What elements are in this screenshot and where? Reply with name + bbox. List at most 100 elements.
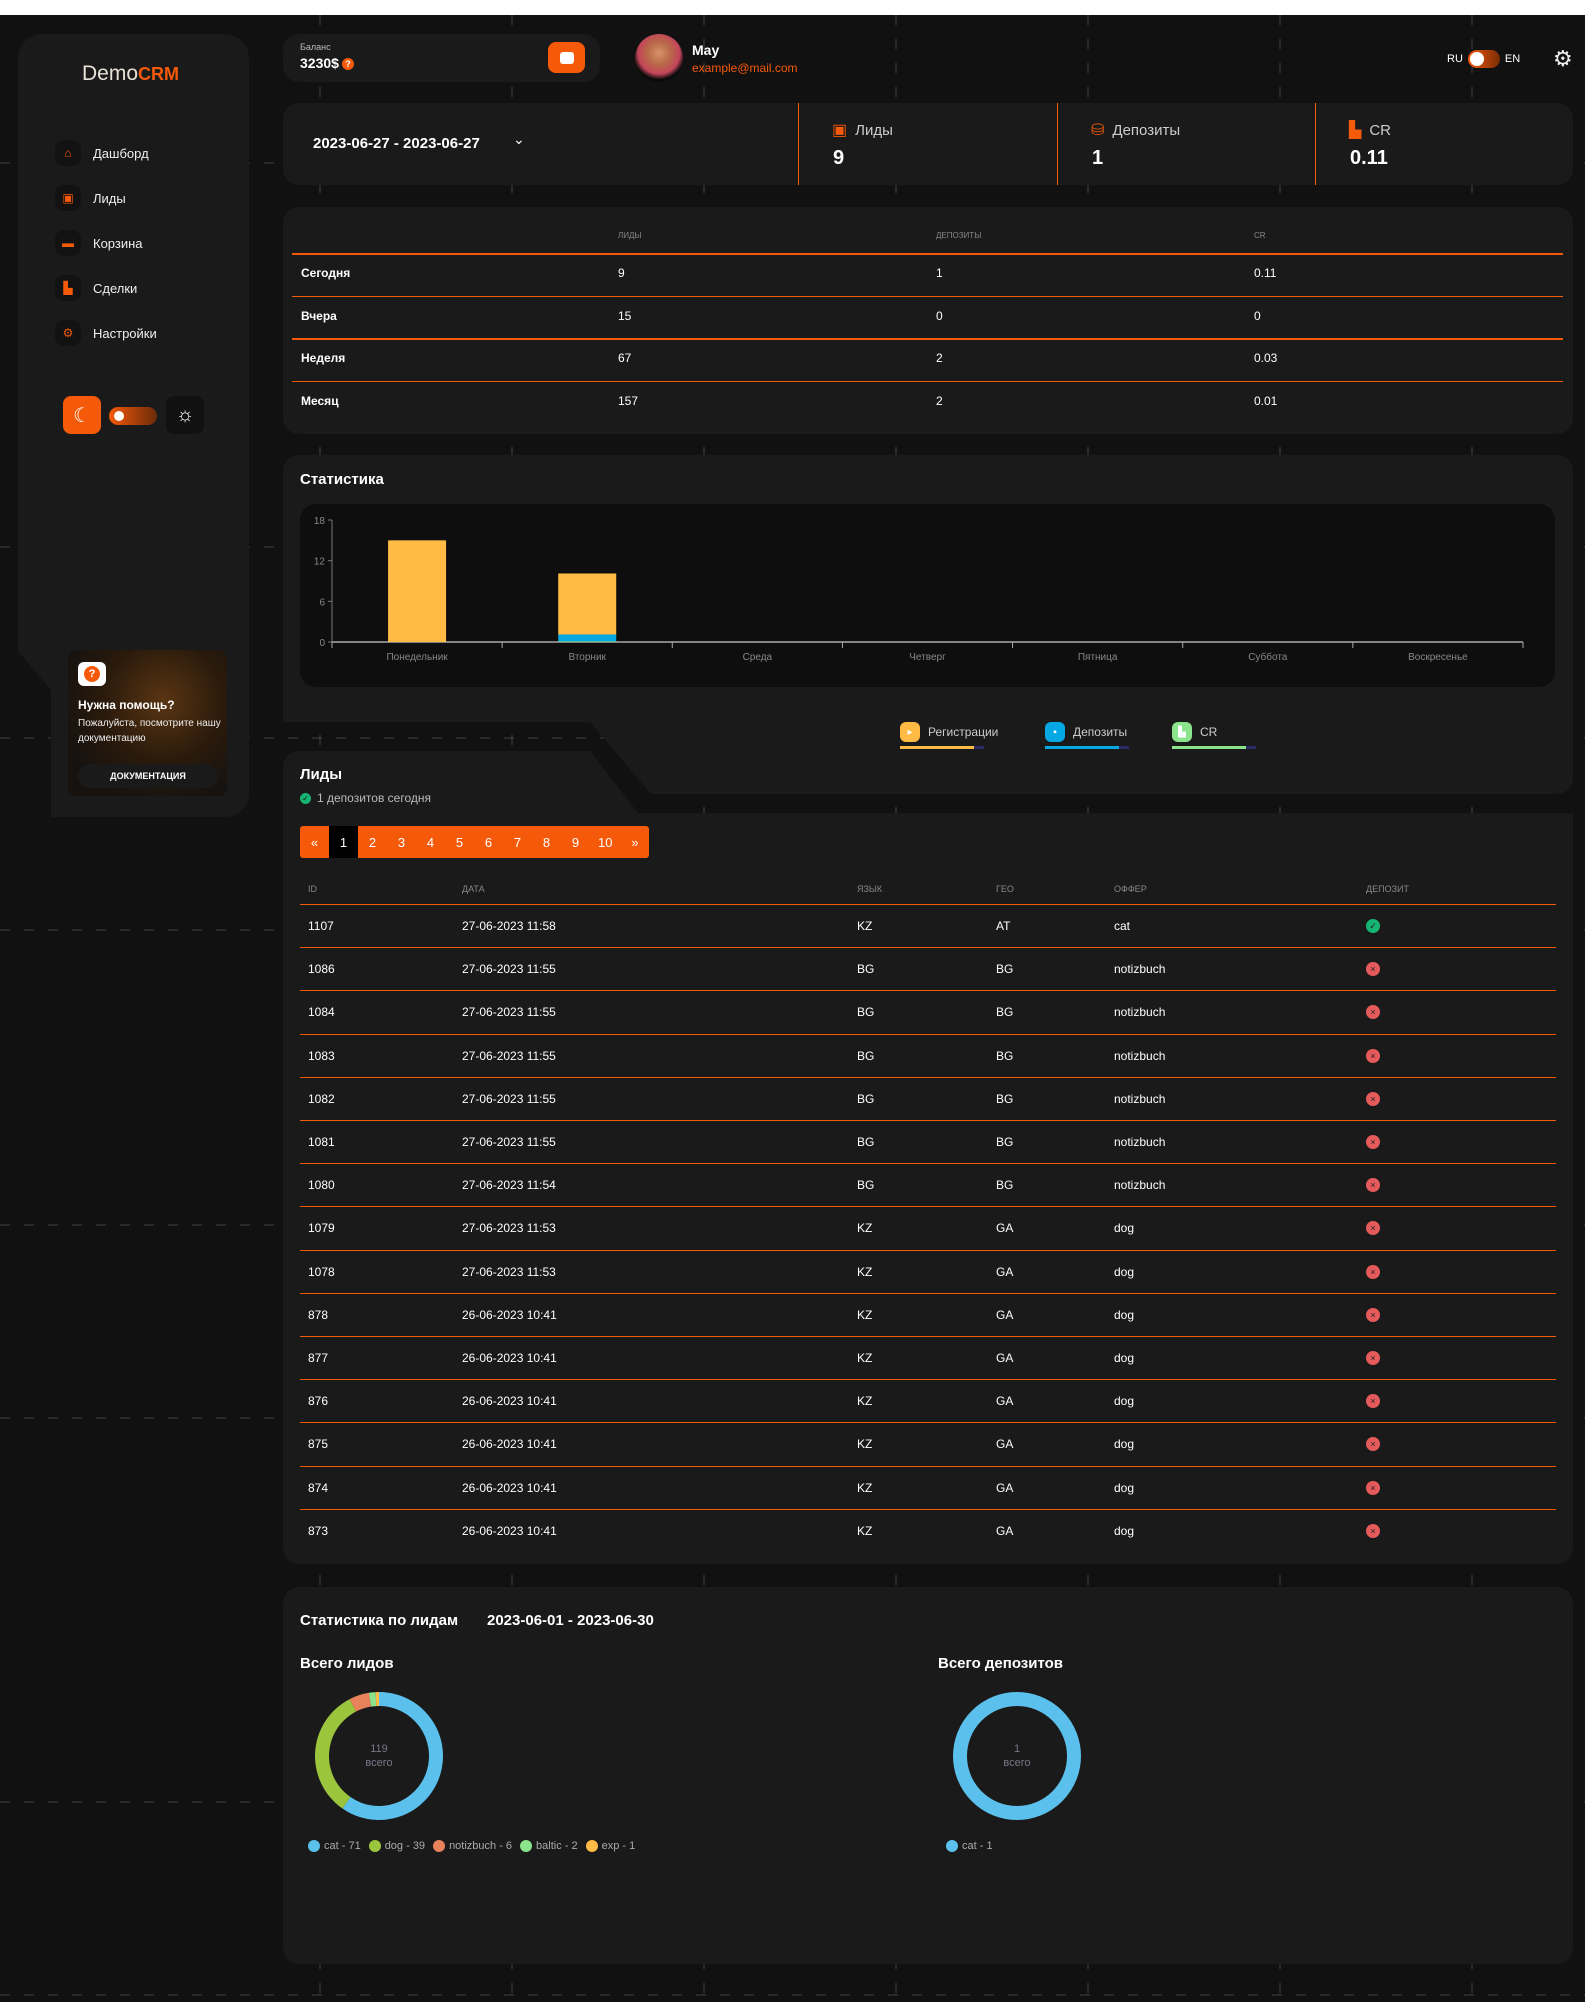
settings-gear-icon[interactable]: ⚙	[1553, 46, 1573, 72]
language-toggle[interactable]	[1467, 50, 1500, 68]
balance-label: Баланс	[300, 42, 331, 52]
page-button[interactable]: 1	[329, 826, 358, 858]
table-cell: 15	[618, 308, 632, 323]
page-button[interactable]: 3	[387, 826, 416, 858]
lead-stats-panel: Статистика по лидам 2023-06-01 - 2023-06…	[283, 1587, 1573, 1964]
x-tick-label: Четверг	[909, 652, 946, 663]
logo-text: Demo	[82, 62, 139, 85]
legend-item[interactable]: cat - 1	[946, 1840, 993, 1852]
table-cell: 27-06-2023 11:55	[462, 1135, 556, 1149]
table-cell: dog	[1114, 1480, 1135, 1495]
table-row[interactable]: 1083 27-06-2023 11:55 BG BG notizbuch ×	[300, 1033, 1556, 1077]
label: Депозиты	[1112, 121, 1181, 139]
legend-item[interactable]: dog - 39	[368, 1840, 425, 1852]
sidebar-item-2[interactable]: ▬ Корзина	[55, 228, 143, 258]
table-cell: BG	[996, 962, 1014, 977]
donut-legend: cat - 71 dog - 39 notizbuch - 6 baltic - 2 e…	[308, 1840, 635, 1852]
balance-value: 3230$?	[300, 55, 354, 71]
column-header: ДАТА	[462, 884, 485, 894]
table-cell: dog	[1114, 1264, 1135, 1279]
table-cell: 26-06-2023 10:41	[462, 1480, 557, 1495]
check-circle-icon: ✓	[1366, 919, 1380, 933]
table-row[interactable]: 1084 27-06-2023 11:55 BG BG notizbuch ×	[300, 990, 1556, 1033]
bar-Регистрации[interactable]	[558, 573, 617, 635]
table-row[interactable]: 1081 27-06-2023 11:55 BG BG notizbuch ×	[300, 1120, 1556, 1163]
documentation-button[interactable]: ДОКУМЕНТАЦИЯ	[78, 764, 218, 788]
table-cell: BG	[996, 1135, 1014, 1149]
table-row[interactable]: 875 26-06-2023 10:41 KZ GA dog ×	[300, 1422, 1556, 1465]
table-cell: KZ	[857, 1307, 873, 1322]
sidebar-item-0[interactable]: ⌂ Дашборд	[55, 138, 149, 168]
table-row[interactable]: 878 26-06-2023 10:41 KZ GA dog ×	[300, 1292, 1556, 1336]
sidebar-item-1[interactable]: ▣ Лиды	[55, 183, 126, 213]
lang-ru[interactable]: RU	[1447, 53, 1463, 65]
table-cell: GA	[996, 1221, 1014, 1236]
sidebar-item-3[interactable]: ▙ Сделки	[55, 273, 137, 303]
row-divider	[292, 380, 1563, 382]
legend-item[interactable]: baltic - 2	[520, 1840, 578, 1852]
table-row[interactable]: 1080 27-06-2023 11:54 BG BG notizbuch ×	[300, 1163, 1556, 1206]
x-circle-icon: ×	[1366, 1221, 1380, 1236]
page-button[interactable]: 7	[503, 826, 532, 858]
page-button[interactable]: 2	[358, 826, 387, 858]
page-button[interactable]: 6	[474, 826, 503, 858]
help-question-icon[interactable]: ?	[341, 58, 354, 71]
dark-theme-button[interactable]: ☾	[63, 396, 101, 434]
chevron-down-icon[interactable]: ⌄	[513, 131, 525, 148]
x-tick-label: Суббота	[1248, 651, 1288, 663]
lang-en[interactable]: EN	[1505, 53, 1520, 65]
table-cell: 27-06-2023 11:53	[462, 1264, 556, 1279]
sidebar-item-label: Корзина	[93, 235, 143, 251]
light-theme-button[interactable]: ☼	[166, 396, 204, 434]
help-text: Пожалуйста, посмотрите нашу документацию	[78, 718, 221, 744]
column-header: ГЕО	[996, 884, 1014, 894]
table-row[interactable]: 874 26-06-2023 10:41 KZ GA dog ×	[300, 1465, 1556, 1509]
table-cell: BG	[857, 1005, 875, 1020]
page-button[interactable]: 9	[561, 826, 590, 858]
bar-Депозиты[interactable]	[558, 634, 617, 642]
legend-item[interactable]: notizbuch - 6	[433, 1840, 512, 1852]
bar-Регистрации[interactable]	[388, 540, 447, 642]
next-page-button[interactable]: »	[620, 826, 649, 858]
balance-card: Баланс 3230$?	[283, 34, 600, 82]
row-divider	[292, 295, 1563, 297]
legend-item[interactable]: ▙ CR	[1172, 722, 1256, 749]
avatar[interactable]	[635, 34, 683, 82]
language-switch[interactable]: RU EN	[1447, 50, 1520, 68]
donut-center: 119 всего	[339, 1742, 419, 1770]
legend-item[interactable]: ▪ Депозиты	[1045, 722, 1129, 749]
logo[interactable]: DemoCRM	[82, 62, 179, 86]
donut-total-label: всего	[365, 1757, 393, 1769]
table-row[interactable]: 1086 27-06-2023 11:55 BG BG notizbuch ×	[300, 947, 1556, 990]
table-row[interactable]: 1079 27-06-2023 11:53 KZ GA dog ×	[300, 1206, 1556, 1249]
page-button[interactable]: 8	[532, 826, 561, 858]
wallet-button[interactable]	[548, 42, 585, 73]
page-button[interactable]: 5	[445, 826, 474, 858]
legend-item[interactable]: exp - 1	[585, 1840, 635, 1852]
label: CR	[1369, 121, 1391, 139]
legend-dot	[308, 1840, 320, 1852]
page-button[interactable]: 10	[590, 826, 620, 858]
y-tick-label: 0	[319, 638, 325, 649]
legend-label: Депозиты	[1073, 725, 1128, 739]
statistics-title: Статистика	[300, 471, 384, 488]
bar-CR[interactable]	[558, 641, 617, 642]
theme-toggle[interactable]	[109, 407, 157, 425]
legend-item[interactable]: ▸ Регистрации	[900, 722, 998, 749]
table-row[interactable]: 1082 27-06-2023 11:55 BG BG notizbuch ×	[300, 1076, 1556, 1120]
table-row[interactable]: 873 26-06-2023 10:41 KZ GA dog ×	[300, 1508, 1556, 1552]
table-row[interactable]: 1078 27-06-2023 11:53 KZ GA dog ×	[300, 1249, 1556, 1293]
table-cell: 27-06-2023 11:55	[462, 1091, 556, 1106]
sidebar-item-4[interactable]: ⚙ Настройки	[55, 318, 157, 348]
date-range-picker[interactable]: 2023-06-27 - 2023-06-27	[313, 135, 480, 152]
table-row[interactable]: 876 26-06-2023 10:41 KZ GA dog ×	[300, 1379, 1556, 1422]
page-button[interactable]: 4	[416, 826, 445, 858]
table-row[interactable]: 877 26-06-2023 10:41 KZ GA dog ×	[300, 1336, 1556, 1379]
user-email: example@mail.com	[692, 61, 798, 75]
legend-item[interactable]: cat - 71	[308, 1840, 361, 1852]
table-row[interactable]: 1107 27-06-2023 11:58 KZ AT cat ✓	[300, 904, 1556, 947]
prev-page-button[interactable]: «	[300, 826, 329, 858]
table-cell: KZ	[857, 1523, 873, 1538]
stat-cr-label: ▙ CR	[1349, 120, 1391, 140]
y-tick-label: 6	[319, 597, 325, 608]
